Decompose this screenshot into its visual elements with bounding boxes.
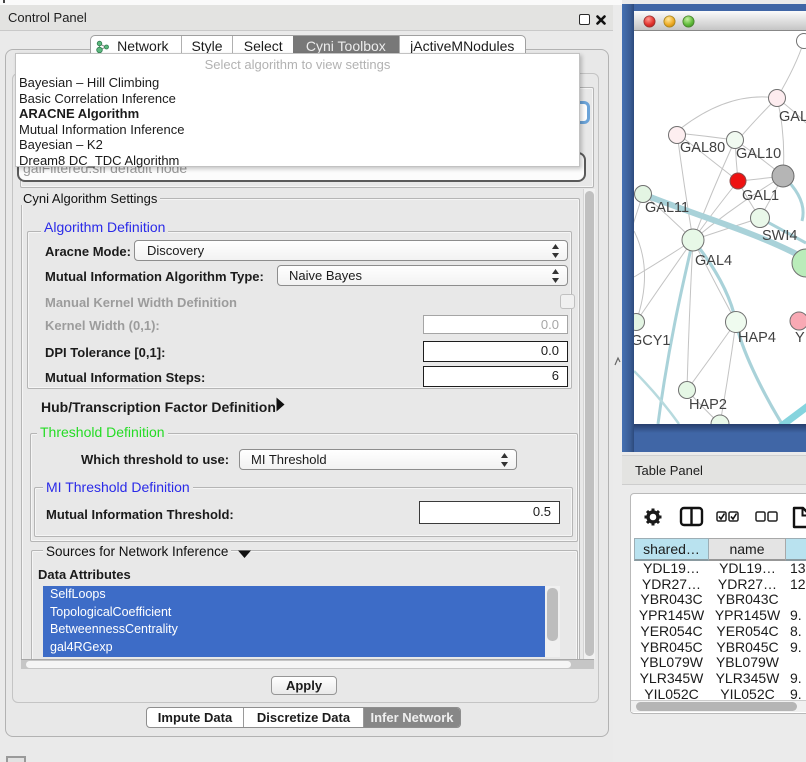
svg-text:GAL80: GAL80 bbox=[680, 140, 725, 156]
svg-text:GAL10: GAL10 bbox=[736, 146, 781, 162]
svg-text:GAL1: GAL1 bbox=[742, 188, 779, 204]
svg-text:GAL4: GAL4 bbox=[695, 253, 732, 269]
svg-text:Y: Y bbox=[795, 330, 805, 346]
svg-text:GAL: GAL bbox=[779, 109, 806, 125]
svg-text:HAP2: HAP2 bbox=[689, 397, 727, 413]
svg-text:SWI4: SWI4 bbox=[762, 228, 797, 244]
svg-text:GAL11: GAL11 bbox=[645, 200, 689, 216]
svg-text:HAP4: HAP4 bbox=[738, 330, 776, 346]
svg-text:GCY1: GCY1 bbox=[634, 333, 671, 349]
